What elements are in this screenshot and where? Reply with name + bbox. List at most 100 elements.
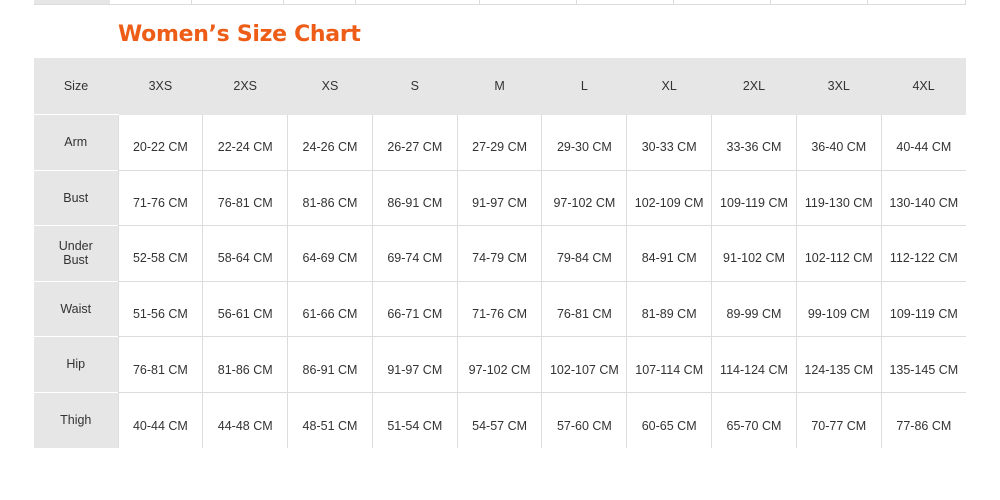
table-cell: 20-22 CM [117,114,203,171]
table-cell: 81-86 CM [287,170,373,227]
previous-table-cell [771,0,868,4]
row-label: Bust [34,169,118,226]
table-cell: 135-145 CM [880,336,966,393]
previous-table-cell [356,0,480,4]
table-cell: 24-26 CM [287,114,373,171]
previous-table-cell [110,0,192,4]
size-column-header: 3XL [796,58,882,115]
size-chart-table: Size 3XS 2XS XS S M L XL 2XL 3XL 4XL Arm… [34,58,966,449]
table-cell: 124-135 CM [795,336,882,393]
size-column-header: M [457,58,542,115]
previous-table-bottom-edge [34,0,966,5]
table-cell: 66-71 CM [371,281,458,338]
table-row: Under Bust 52-58 CM 58-64 CM 64-69 CM 69… [34,225,966,282]
size-column-header: S [372,58,458,115]
table-cell: 33-36 CM [711,114,797,171]
table-row: Hip 76-81 CM 81-86 CM 86-91 CM 91-97 CM … [34,336,966,393]
table-cell: 97-102 CM [456,336,542,393]
row-label: Thigh [34,391,118,449]
table-cell: 71-76 CM [117,170,203,227]
table-cell: 44-48 CM [202,392,288,449]
table-cell: 107-114 CM [626,336,712,393]
table-cell: 58-64 CM [202,225,288,282]
row-label-text: Waist [60,301,92,316]
table-cell: 89-99 CM [711,281,797,338]
table-row: Waist 51-56 CM 56-61 CM 61-66 CM 66-71 C… [34,280,966,338]
table-cell: 51-56 CM [117,281,203,338]
table-cell: 52-58 CM [117,225,203,282]
table-cell: 48-51 CM [287,392,373,449]
table-cell: 81-89 CM [626,281,712,338]
table-cell: 64-69 CM [287,225,373,282]
table-cell: 112-122 CM [880,225,966,282]
size-column-header: XS [287,58,373,115]
table-cell: 36-40 CM [795,114,882,171]
row-label-text: Thigh [60,412,92,427]
table-cell: 76-81 CM [117,336,203,393]
previous-table-cell [868,0,966,4]
table-cell: 102-107 CM [541,336,627,393]
row-label-text: Under Bust [58,239,93,268]
table-cell: 61-66 CM [287,281,373,338]
table-cell: 119-130 CM [795,170,882,227]
table-cell: 60-65 CM [626,392,712,449]
size-column-header: L [541,58,627,115]
table-cell: 86-91 CM [371,170,458,227]
table-cell: 76-81 CM [202,170,288,227]
row-label-text: Hip [66,357,86,372]
size-chart-page: Women’s Size Chart Size 3XS 2XS XS S M L… [0,0,1000,500]
size-column-header: 2XL [711,58,797,115]
table-cell: 51-54 CM [371,392,458,449]
table-cell: 79-84 CM [541,225,627,282]
table-cell: 130-140 CM [880,170,966,227]
table-cell: 74-79 CM [456,225,542,282]
table-cell: 69-74 CM [371,225,458,282]
row-label-text: Arm [64,135,88,149]
table-cell: 40-44 CM [880,114,966,171]
table-cell: 77-86 CM [880,392,966,449]
table-cell: 91-97 CM [456,170,542,227]
table-cell: 27-29 CM [456,114,542,171]
table-cell: 40-44 CM [117,392,203,449]
size-column-header: XL [626,58,712,115]
row-label: Under Bust [34,225,118,282]
table-row: Bust 71-76 CM 76-81 CM 81-86 CM 86-91 CM… [34,169,966,227]
table-cell: 70-77 CM [795,392,882,449]
table-cell: 30-33 CM [626,114,712,171]
table-cell: 109-119 CM [880,281,966,338]
table-cell: 22-24 CM [202,114,288,171]
previous-table-cell [284,0,356,4]
table-cell: 91-97 CM [371,336,458,393]
table-cell: 109-119 CM [711,170,797,227]
table-cell: 97-102 CM [541,170,627,227]
page-title: Women’s Size Chart [118,22,361,47]
size-header-row: Size 3XS 2XS XS S M L XL 2XL 3XL 4XL [34,58,966,115]
row-label: Waist [34,280,118,337]
table-cell: 54-57 CM [456,392,542,449]
previous-table-cell [577,0,674,4]
table-cell: 91-102 CM [711,225,797,282]
table-row: Arm 20-22 CM 22-24 CM 24-26 CM 26-27 CM … [34,114,966,171]
previous-table-cell [480,0,577,4]
table-cell: 71-76 CM [456,281,542,338]
table-cell: 102-112 CM [795,225,882,282]
row-label-text: Bust [63,190,89,205]
size-column-header: 2XS [202,58,288,115]
row-label: Hip [34,336,118,393]
table-cell: 99-109 CM [795,281,882,338]
table-cell: 57-60 CM [541,392,627,449]
table-cell: 56-61 CM [202,281,288,338]
row-label: Arm [34,114,118,171]
table-cell: 26-27 CM [371,114,458,171]
table-cell: 84-91 CM [626,225,712,282]
previous-table-cell [192,0,284,4]
table-cell: 76-81 CM [541,281,627,338]
table-cell: 29-30 CM [541,114,627,171]
table-cell: 102-109 CM [626,170,712,227]
table-cell: 86-91 CM [287,336,373,393]
size-header-label: Size [34,58,118,115]
table-cell: 81-86 CM [202,336,288,393]
table-cell: 65-70 CM [711,392,797,449]
previous-table-cell [674,0,771,4]
size-column-header: 4XL [881,58,966,115]
